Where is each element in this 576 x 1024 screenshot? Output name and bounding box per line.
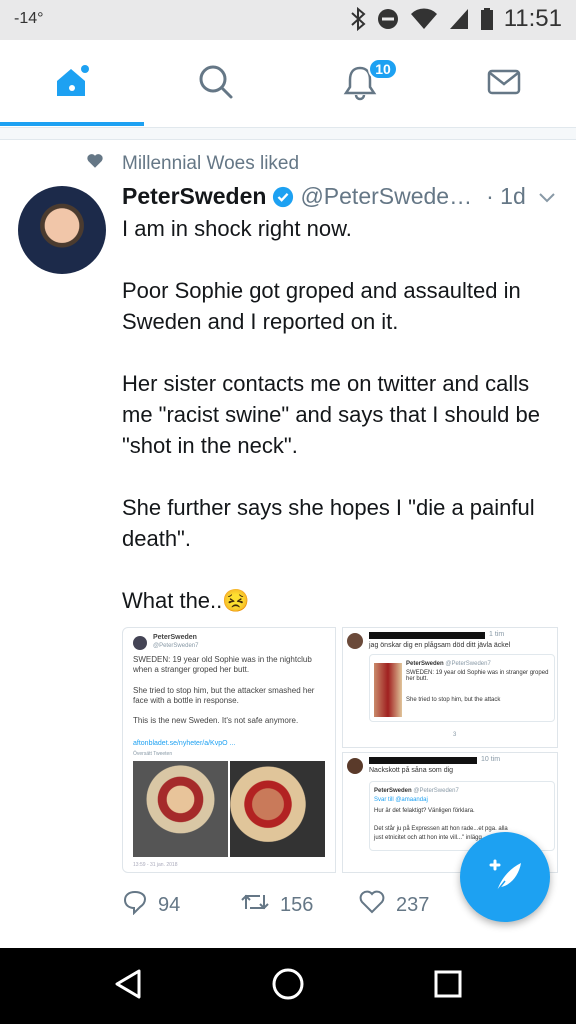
wifi-icon — [410, 7, 438, 31]
media-quote-handle-2: @PeterSweden7 — [413, 788, 459, 794]
media-line-1: Hur är det felaktigt? Vänligen förklara. — [374, 808, 475, 814]
tweet-text: I am in shock right now. Poor Sophie got… — [122, 213, 562, 647]
reply-count: 94 — [158, 893, 181, 916]
verified-badge-icon — [272, 186, 294, 208]
like-count: 237 — [396, 893, 430, 916]
compose-tweet-button[interactable] — [460, 832, 550, 922]
heart-filled-icon — [86, 152, 104, 176]
media-quote-author: PeterSweden — [406, 661, 444, 667]
social-context: Millennial Woes liked — [86, 152, 299, 176]
media-link: aftonbladet.se/nyheter/a/KvpO ... — [133, 740, 236, 747]
home-circle-icon — [271, 967, 305, 1006]
status-bar: -14° 11:51 — [0, 0, 576, 40]
back-triangle-icon — [113, 968, 143, 1005]
back-button[interactable] — [108, 966, 148, 1006]
retweet-button[interactable]: 156 — [240, 889, 358, 921]
system-nav-bar — [0, 948, 576, 1024]
media-handle: @PeterSweden7 — [153, 643, 199, 649]
media-reply-time-2: 10 tim — [481, 756, 501, 763]
do-not-disturb-icon — [376, 7, 400, 31]
tweet-paragraph: What the..😣 — [122, 585, 562, 616]
media-reply-time: 1 tim — [489, 631, 505, 638]
tweet-paragraph: Poor Sophie got groped and assaulted in … — [122, 278, 521, 334]
reply-icon — [122, 889, 148, 921]
search-icon — [197, 63, 235, 106]
media-text-2: She tried to stop him, but the attacker … — [133, 686, 315, 705]
tab-bar: 10 — [0, 40, 576, 128]
tab-home[interactable] — [0, 40, 144, 128]
media-image-left[interactable]: PeterSweden @PeterSweden7 SWEDEN: 19 yea… — [122, 627, 336, 873]
home-icon — [52, 62, 92, 107]
clock: 11:51 — [503, 5, 562, 32]
media-reply-text-2: Nackskott på såna som dig — [369, 767, 454, 774]
author-handle[interactable]: @PeterSwede… — [300, 183, 472, 210]
persevering-face-emoji: 😣 — [222, 588, 250, 613]
media-quote-text: SWEDEN: 19 year old Sophie was in strang… — [406, 670, 549, 682]
author-name[interactable]: PeterSweden — [122, 183, 266, 210]
reply-button[interactable]: 94 — [122, 889, 240, 921]
chevron-down-icon[interactable] — [538, 183, 556, 210]
recents-button[interactable] — [428, 966, 468, 1006]
media-translate: Översätt Tweeten — [133, 751, 173, 757]
tab-search[interactable] — [144, 40, 288, 128]
mail-icon — [485, 63, 523, 106]
tweet-paragraph: I am in shock right now. — [122, 216, 352, 241]
tweet-last-line: What the.. — [122, 588, 223, 613]
media-reply-text: jag önskar dig en plågsam död ditt jävla… — [369, 642, 511, 649]
bluetooth-icon — [350, 7, 366, 31]
media-line-2: Det står ju på Expressen att hon rade...… — [374, 826, 508, 832]
battery-icon — [480, 7, 494, 31]
active-tab-indicator — [0, 122, 144, 126]
media-quote-text-2: She tried to stop him, but the attack — [406, 697, 501, 703]
avatar[interactable] — [18, 186, 106, 274]
tweet-paragraph: She further says she hopes I "die a pain… — [122, 495, 535, 551]
media-like-count: 3 — [453, 732, 457, 738]
media-quote-handle: @PeterSweden7 — [445, 661, 491, 667]
home-button[interactable] — [268, 966, 308, 1006]
heart-icon — [358, 889, 386, 921]
tweet-header: PeterSweden @PeterSwede… · 1d — [122, 183, 562, 210]
tab-notifications[interactable]: 10 — [288, 40, 432, 128]
media-photos — [133, 761, 325, 857]
media-text-1: SWEDEN: 19 year old Sophie was in the ni… — [133, 655, 312, 674]
feather-compose-icon — [483, 853, 527, 902]
media-text-3: This is the new Sweden. It's not safe an… — [133, 716, 299, 725]
media-screenshot-top: 1 tim jag önskar dig en plågsam död ditt… — [342, 627, 558, 748]
notification-badge: 10 — [368, 58, 398, 80]
retweet-icon — [240, 889, 270, 921]
media-reply-to: Svar till @amaandaj — [374, 797, 428, 803]
timeline-divider — [0, 128, 576, 140]
retweet-count: 156 — [280, 893, 314, 916]
media-footer: 13:59 - 31 jan. 2018 — [133, 862, 178, 868]
tab-messages[interactable] — [432, 40, 576, 128]
tweet-time[interactable]: · 1d — [486, 183, 526, 210]
temperature-label: -14° — [14, 10, 44, 27]
tweet-paragraph: Her sister contacts me on twitter and ca… — [122, 371, 540, 458]
media-quote-author-2: PeterSweden — [374, 788, 412, 794]
social-context-text: Millennial Woes liked — [122, 153, 300, 174]
signal-icon — [448, 7, 470, 31]
media-author: PeterSweden — [153, 634, 197, 641]
like-button[interactable]: 237 — [358, 889, 476, 921]
recents-square-icon — [433, 969, 463, 1004]
